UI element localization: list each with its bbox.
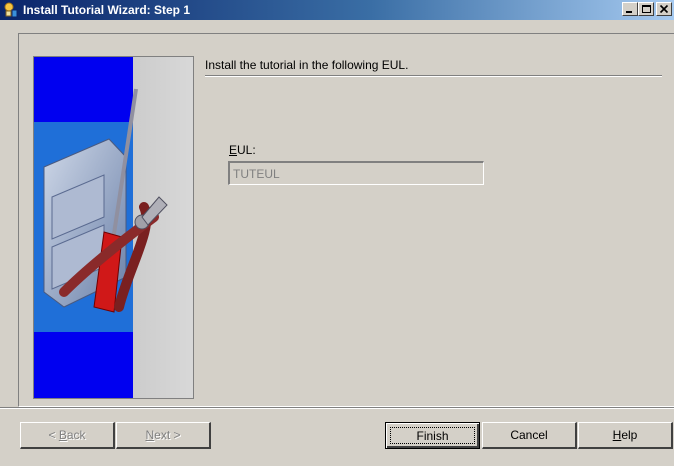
close-icon xyxy=(659,4,669,14)
help-mnemonic: H xyxy=(612,428,622,442)
back-label: ack xyxy=(66,428,86,442)
wizard-app-icon xyxy=(3,2,19,18)
cancel-label: Cancel xyxy=(510,428,548,442)
help-button[interactable]: Help xyxy=(578,422,673,449)
window-title: Install Tutorial Wizard: Step 1 xyxy=(23,3,191,17)
minimize-icon xyxy=(626,11,632,13)
back-mnemonic: B xyxy=(58,428,67,442)
maximize-button[interactable] xyxy=(638,2,654,16)
tools-illustration-icon xyxy=(34,57,193,398)
next-mnemonic: N xyxy=(145,428,155,442)
eul-label: EUL: xyxy=(229,143,256,157)
help-label: elp xyxy=(621,428,638,442)
title-bar: Install Tutorial Wizard: Step 1 xyxy=(0,0,674,20)
minimize-button[interactable] xyxy=(622,2,638,16)
wizard-illustration xyxy=(33,56,194,399)
next-button[interactable]: Next > xyxy=(116,422,211,449)
focus-rectangle xyxy=(390,427,475,444)
back-prefix: < xyxy=(48,428,59,442)
eul-label-text: UL: xyxy=(237,143,256,157)
eul-input[interactable] xyxy=(228,161,484,185)
eul-label-mnemonic: E xyxy=(229,143,238,157)
back-button[interactable]: < Back xyxy=(20,422,115,449)
maximize-icon xyxy=(642,5,651,13)
cancel-button[interactable]: Cancel xyxy=(482,422,577,449)
next-label: ext > xyxy=(154,428,181,442)
finish-button[interactable]: Finish xyxy=(385,422,480,449)
header-separator xyxy=(205,75,662,77)
instruction-text: Install the tutorial in the following EU… xyxy=(205,58,409,72)
close-button[interactable] xyxy=(656,2,672,16)
button-bar-separator xyxy=(0,407,674,409)
